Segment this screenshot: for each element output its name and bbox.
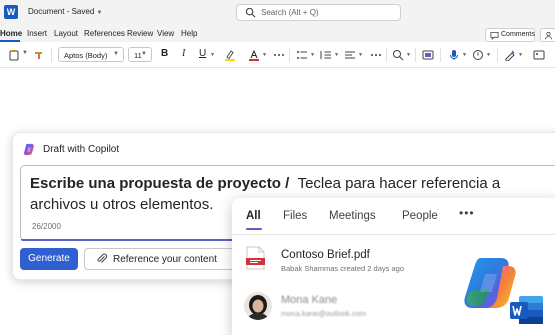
chevron-down-icon[interactable]: ▼ (210, 52, 215, 58)
menu-bar: Home Insert Layout References Review Vie… (0, 26, 555, 42)
align-icon[interactable] (344, 49, 356, 61)
tab-meetings[interactable]: Meetings (329, 210, 376, 222)
chevron-down-icon[interactable]: ▼ (262, 52, 267, 58)
chevron-down-icon: ▼ (96, 10, 103, 16)
comment-icon (490, 31, 499, 40)
bold-button[interactable]: B (161, 48, 168, 59)
tab-layout[interactable]: Layout (54, 29, 78, 38)
tab-files[interactable]: Files (283, 210, 307, 222)
underline-button[interactable]: U (199, 48, 206, 59)
ribbon-divider (386, 48, 387, 62)
document-name: Document (28, 7, 65, 16)
tab-review[interactable]: Review (127, 29, 153, 38)
find-icon[interactable] (392, 49, 404, 61)
tab-all[interactable]: All (246, 210, 261, 222)
person-email: mona.kane@outlook.com (281, 309, 367, 318)
italic-button[interactable]: I (182, 48, 185, 59)
chevron-down-icon[interactable]: ▼ (518, 52, 523, 58)
font-name-value: Aptos (Body) (64, 51, 108, 60)
chevron-down-icon[interactable]: ▼ (406, 52, 411, 58)
word-app-icon[interactable]: W (4, 5, 18, 19)
font-color-icon[interactable] (248, 49, 260, 61)
share-icon (545, 31, 552, 40)
paperclip-icon (97, 253, 108, 263)
title-bar: W Document - Saved ▼ Search (Alt + Q) (0, 0, 555, 26)
file-meta: Babak Shammas created 2 days ago (281, 264, 404, 273)
tab-view[interactable]: View (157, 29, 174, 38)
sensitivity-icon[interactable] (472, 49, 484, 61)
more-options-icon[interactable]: ••• (459, 206, 475, 220)
chevron-down-icon: ▼ (141, 51, 147, 57)
popup-divider (232, 234, 555, 235)
ribbon-divider (51, 48, 52, 62)
generate-button[interactable]: Generate (20, 248, 78, 270)
comments-label: Comments (501, 31, 535, 38)
search-placeholder: Search (Alt + Q) (261, 8, 319, 17)
chevron-down-icon[interactable]: ▼ (486, 52, 491, 58)
character-counter: 26/2000 (32, 222, 61, 231)
ribbon-divider (289, 48, 290, 62)
copilot-title: Draft with Copilot (43, 144, 120, 155)
search-box[interactable]: Search (Alt + Q) (236, 4, 401, 21)
reference-content-button[interactable]: Reference your content (84, 248, 234, 270)
prompt-command: Escribe una propuesta de proyecto / (30, 175, 290, 192)
chevron-down-icon: ▼ (113, 51, 119, 57)
chevron-down-icon[interactable]: ▼ (22, 50, 28, 56)
chevron-down-icon[interactable]: ▼ (358, 52, 363, 58)
tab-references[interactable]: References (84, 29, 125, 38)
ribbon-divider (415, 48, 416, 62)
more-paragraph-options-icon[interactable] (370, 49, 382, 61)
search-icon (245, 7, 256, 18)
designer-icon[interactable] (533, 49, 545, 61)
document-title[interactable]: Document - Saved ▼ (28, 7, 102, 16)
tab-insert[interactable]: Insert (27, 29, 47, 38)
bullets-icon[interactable] (296, 49, 308, 61)
chevron-down-icon[interactable]: ▼ (310, 52, 315, 58)
share-button[interactable] (540, 28, 555, 42)
editor-icon[interactable] (504, 49, 516, 61)
tab-help[interactable]: Help (181, 29, 197, 38)
highlight-icon[interactable] (224, 49, 236, 61)
copilot-icon (23, 143, 34, 156)
file-name: Contoso Brief.pdf (281, 249, 370, 261)
save-status: Saved (71, 7, 95, 16)
styles-icon[interactable] (422, 49, 434, 61)
paste-icon[interactable] (8, 49, 20, 61)
chevron-down-icon[interactable]: ▼ (334, 52, 339, 58)
numbering-icon[interactable] (320, 49, 332, 61)
avatar (244, 292, 272, 320)
tab-home[interactable]: Home (0, 29, 22, 38)
more-font-options-icon[interactable] (273, 49, 285, 61)
dictate-icon[interactable] (448, 49, 460, 61)
ribbon-divider (440, 48, 441, 62)
pdf-file-icon (246, 246, 265, 270)
active-tab-indicator (246, 228, 262, 230)
word-logo-icon (510, 296, 543, 324)
format-painter-icon[interactable] (33, 49, 45, 61)
font-name-select[interactable]: Aptos (Body) ▼ (58, 47, 124, 62)
font-size-select[interactable]: 11 ▼ (128, 47, 152, 62)
word-window: W Document - Saved ▼ Search (Alt + Q) Ho… (0, 0, 555, 335)
ribbon-divider (497, 48, 498, 62)
chevron-down-icon[interactable]: ▼ (462, 52, 467, 58)
person-name: Mona Kane (281, 294, 338, 306)
ribbon-toolbar: ▼ Aptos (Body) ▼ 11 ▼ B I U ▼ ▼ ▼ ▼ ▼ ▼ (0, 42, 555, 68)
comments-button[interactable]: Comments (485, 28, 535, 42)
reference-content-label: Reference your content (113, 254, 217, 265)
tab-people[interactable]: People (402, 210, 438, 222)
